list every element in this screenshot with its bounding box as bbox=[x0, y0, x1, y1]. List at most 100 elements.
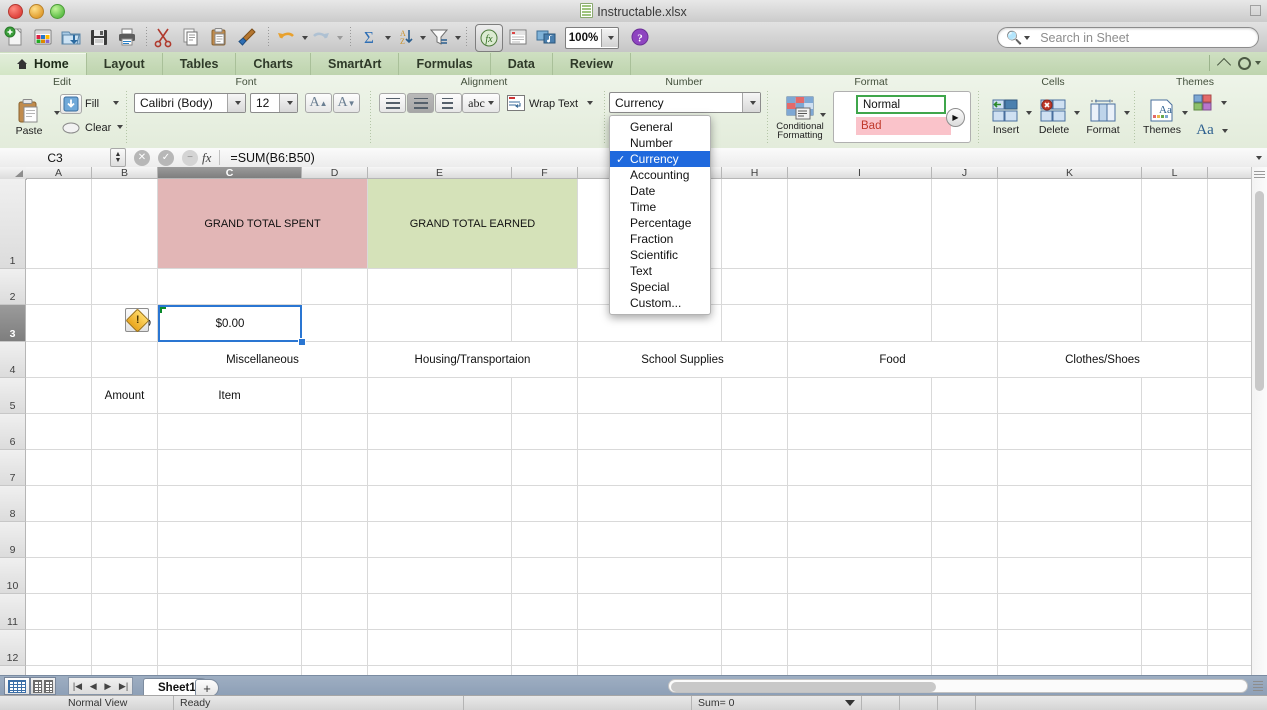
clear-button[interactable] bbox=[60, 118, 82, 138]
delete-cells-button[interactable]: Delete bbox=[1032, 91, 1076, 143]
tab-layout[interactable]: Layout bbox=[87, 53, 163, 75]
align-middle-button[interactable] bbox=[407, 93, 434, 113]
theme-colors-button[interactable] bbox=[1190, 91, 1218, 115]
column-header-C[interactable]: C bbox=[158, 167, 302, 179]
cell-L10[interactable] bbox=[1142, 558, 1208, 594]
row-header-1[interactable]: 1 bbox=[0, 179, 26, 269]
undo-dropdown-caret-icon[interactable] bbox=[302, 36, 308, 40]
cell-H11[interactable] bbox=[722, 594, 788, 630]
cell-K4[interactable]: Clothes/Shoes bbox=[998, 342, 1208, 378]
cell-B2[interactable] bbox=[92, 269, 158, 305]
cell-J12[interactable] bbox=[932, 630, 998, 666]
cell-K9[interactable] bbox=[998, 522, 1142, 558]
cell-C1[interactable]: GRAND TOTAL SPENT bbox=[158, 179, 368, 269]
grow-font-button[interactable]: A ▲ bbox=[305, 93, 332, 113]
cell-H10[interactable] bbox=[722, 558, 788, 594]
align-top-button[interactable] bbox=[379, 93, 406, 113]
menu-item-date[interactable]: Date bbox=[610, 183, 710, 199]
cell-A11[interactable] bbox=[26, 594, 92, 630]
tab-tables[interactable]: Tables bbox=[163, 53, 237, 75]
cell-D7[interactable] bbox=[302, 450, 368, 486]
row-header-11[interactable]: 11 bbox=[0, 594, 26, 630]
cell-H7[interactable] bbox=[722, 450, 788, 486]
cell-J11[interactable] bbox=[932, 594, 998, 630]
cell-A6[interactable] bbox=[26, 414, 92, 450]
cell-B8[interactable] bbox=[92, 486, 158, 522]
align-bottom-button[interactable] bbox=[435, 93, 462, 113]
cell-A4[interactable] bbox=[26, 342, 92, 378]
cell-J1[interactable] bbox=[932, 179, 998, 269]
cell-C11[interactable] bbox=[158, 594, 302, 630]
cell-D12[interactable] bbox=[302, 630, 368, 666]
filter-funnel-icon[interactable] bbox=[428, 24, 450, 50]
menu-item-percentage[interactable]: Percentage bbox=[610, 215, 710, 231]
row-header-12[interactable]: 12 bbox=[0, 630, 26, 666]
cell-I1[interactable] bbox=[788, 179, 932, 269]
cell-G4[interactable]: School Supplies bbox=[578, 342, 788, 378]
selected-cell-C3[interactable]: $0.00 bbox=[158, 305, 302, 342]
sort-az-icon[interactable]: AZ bbox=[393, 24, 415, 50]
fullscreen-toggle-icon[interactable] bbox=[1249, 4, 1262, 17]
copy-icon[interactable] bbox=[180, 24, 202, 50]
cell-E13[interactable] bbox=[368, 666, 512, 675]
cell-I13[interactable] bbox=[788, 666, 932, 675]
cell-E4[interactable]: Housing/Transportaion bbox=[368, 342, 578, 378]
save-icon[interactable] bbox=[88, 24, 110, 50]
cell-F7[interactable] bbox=[512, 450, 578, 486]
cell-D11[interactable] bbox=[302, 594, 368, 630]
cell-I4[interactable]: Food bbox=[788, 342, 998, 378]
column-header-F[interactable]: F bbox=[512, 167, 578, 179]
cell-K6[interactable] bbox=[998, 414, 1142, 450]
cell-K12[interactable] bbox=[998, 630, 1142, 666]
cell-L11[interactable] bbox=[1142, 594, 1208, 630]
cell-E11[interactable] bbox=[368, 594, 512, 630]
toolbox-icon[interactable] bbox=[507, 24, 529, 50]
name-box-stepper[interactable]: ▲ ▼ bbox=[110, 148, 126, 167]
cell-C4[interactable]: Miscellaneous bbox=[158, 342, 368, 378]
cell-J10[interactable] bbox=[932, 558, 998, 594]
status-sum[interactable]: Sum= 0 bbox=[692, 696, 862, 710]
cell-G5[interactable] bbox=[578, 378, 722, 414]
accept-check-icon[interactable]: ✓ bbox=[158, 149, 174, 166]
sheet-nav-last[interactable]: ▶| bbox=[119, 681, 128, 692]
row-header-4[interactable]: 4 bbox=[0, 342, 26, 378]
number-format-caret-icon[interactable] bbox=[742, 93, 760, 112]
cell-E8[interactable] bbox=[368, 486, 512, 522]
row-header-10[interactable]: 10 bbox=[0, 558, 26, 594]
menu-item-fraction[interactable]: Fraction bbox=[610, 231, 710, 247]
resize-grip-icon[interactable] bbox=[1253, 681, 1263, 691]
cell-I3[interactable] bbox=[788, 305, 932, 342]
vertical-scrollbar[interactable] bbox=[1251, 167, 1267, 675]
sheet-nav-first[interactable]: |◀ bbox=[73, 681, 82, 692]
cell-L5[interactable] bbox=[1142, 378, 1208, 414]
cell-K2[interactable] bbox=[998, 269, 1142, 305]
cell-I11[interactable] bbox=[788, 594, 932, 630]
horizontal-scroll-thumb[interactable] bbox=[671, 682, 936, 692]
cell-B10[interactable] bbox=[92, 558, 158, 594]
cell-J9[interactable] bbox=[932, 522, 998, 558]
cell-I12[interactable] bbox=[788, 630, 932, 666]
cell-G13[interactable] bbox=[578, 666, 722, 675]
number-format-select[interactable]: Currency bbox=[609, 92, 761, 113]
cell-F13[interactable] bbox=[512, 666, 578, 675]
cell-I6[interactable] bbox=[788, 414, 932, 450]
cell-J13[interactable] bbox=[932, 666, 998, 675]
cell-L9[interactable] bbox=[1142, 522, 1208, 558]
column-header-K[interactable]: K bbox=[998, 167, 1142, 179]
cell-L2[interactable] bbox=[1142, 269, 1208, 305]
cell-C9[interactable] bbox=[158, 522, 302, 558]
cell-J2[interactable] bbox=[932, 269, 998, 305]
cell-J7[interactable] bbox=[932, 450, 998, 486]
tab-review[interactable]: Review bbox=[553, 53, 631, 75]
cell-G12[interactable] bbox=[578, 630, 722, 666]
cell-L7[interactable] bbox=[1142, 450, 1208, 486]
cell-K8[interactable] bbox=[998, 486, 1142, 522]
cell-styles-gallery[interactable]: Normal Bad ▶ bbox=[833, 91, 971, 143]
theme-fonts-caret-icon[interactable] bbox=[1222, 129, 1228, 133]
cell-B5[interactable]: Amount bbox=[92, 378, 158, 414]
menu-item-special[interactable]: Special bbox=[610, 279, 710, 295]
row-header-6[interactable]: 6 bbox=[0, 414, 26, 450]
column-header-A[interactable]: A bbox=[26, 167, 92, 179]
cell-H6[interactable] bbox=[722, 414, 788, 450]
orientation-button[interactable]: abc bbox=[462, 93, 500, 113]
